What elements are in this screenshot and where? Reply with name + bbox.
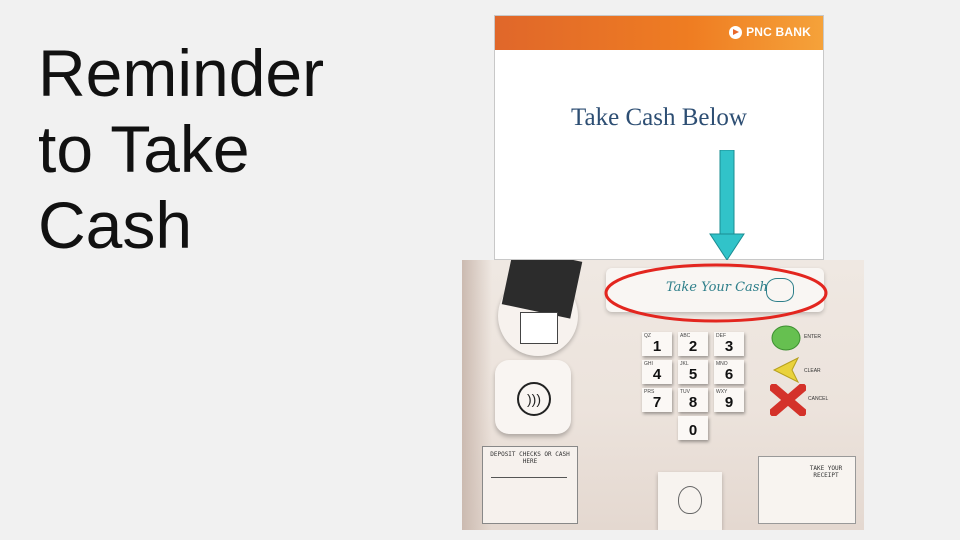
screen-header-bar: PNC BANK [495, 16, 823, 50]
atm-panel-photo: ))) DEPOSIT CHECKS OR CASH HERE Take You… [462, 260, 864, 530]
key-4[interactable]: GHI 4 [642, 360, 672, 384]
card-chip-slot [520, 312, 558, 344]
pnc-logo-icon [729, 25, 743, 39]
receipt-label: TAKE YOUR RECEIPT [809, 465, 843, 479]
clear-label: CLEAR [804, 368, 821, 374]
key-9[interactable]: WXY 9 [714, 388, 744, 412]
fingerprint-icon [678, 486, 702, 514]
fingerprint-reader [658, 472, 722, 530]
enter-button[interactable] [770, 324, 802, 352]
atm-screen-mockup: PNC BANK Take Cash Below [494, 15, 824, 261]
key-8[interactable]: TUV 8 [678, 388, 708, 412]
bank-logo: PNC BANK [729, 25, 811, 39]
down-arrow-icon [709, 150, 745, 261]
deposit-slot: DEPOSIT CHECKS OR CASH HERE [482, 446, 578, 524]
key-7[interactable]: PRS 7 [642, 388, 672, 412]
slide-title: Reminder to Take Cash [38, 36, 368, 264]
deposit-label: DEPOSIT CHECKS OR CASH HERE [490, 451, 570, 465]
cancel-label: CANCEL [808, 396, 829, 402]
bank-name: PNC BANK [746, 25, 811, 39]
key-3[interactable]: DEF 3 [714, 332, 744, 356]
key-2[interactable]: ABC 2 [678, 332, 708, 356]
highlight-ellipse [604, 263, 828, 323]
enter-label: ENTER [804, 334, 821, 340]
key-0[interactable]: 0 [678, 416, 708, 440]
contactless-pad: ))) [495, 360, 571, 434]
key-5[interactable]: JKL 5 [678, 360, 708, 384]
contactless-icon: ))) [517, 382, 551, 416]
clear-button[interactable] [770, 356, 802, 384]
deposit-slot-lines [491, 477, 567, 518]
screen-message: Take Cash Below [571, 104, 747, 131]
title-line-2: to Take [38, 111, 250, 186]
title-line-3: Cash [38, 187, 193, 262]
key-6[interactable]: MNO 6 [714, 360, 744, 384]
receipt-slot: TAKE YOUR RECEIPT [758, 456, 856, 524]
key-1[interactable]: QZ 1 [642, 332, 672, 356]
cancel-button[interactable] [770, 384, 806, 416]
title-line-1: Reminder [38, 36, 325, 110]
